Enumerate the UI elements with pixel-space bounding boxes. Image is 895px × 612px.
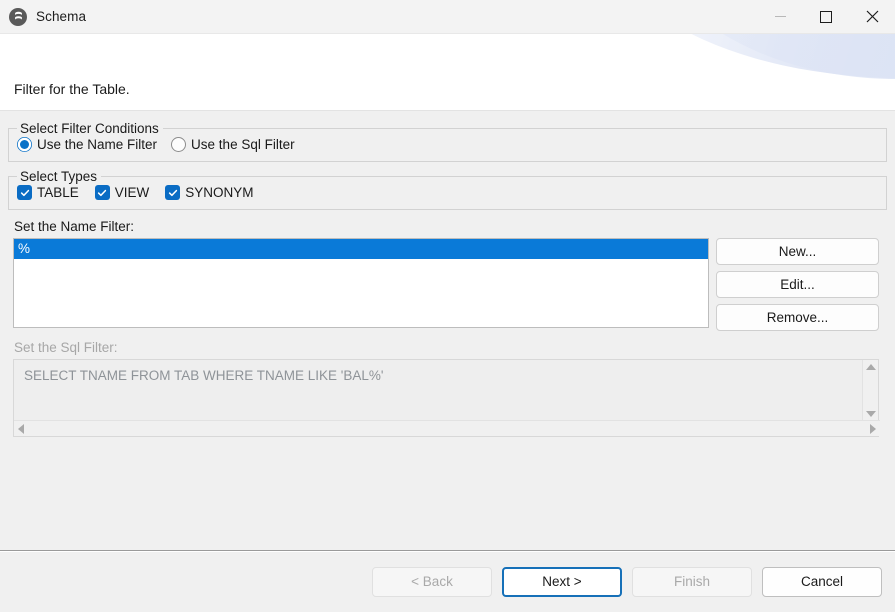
scroll-right-arrow-icon[interactable] <box>870 424 876 434</box>
checkbox-table[interactable] <box>17 185 32 200</box>
name-filter-label: Set the Name Filter: <box>14 219 895 234</box>
page-title: Filter for the Table. <box>14 81 130 97</box>
name-filter-actions: New... Edit... Remove... <box>716 238 879 331</box>
radio-use-sql-filter-label: Use the Sql Filter <box>191 137 295 152</box>
next-button[interactable]: Next > <box>502 567 622 597</box>
list-item[interactable]: % <box>14 239 708 259</box>
checkbox-view[interactable] <box>95 185 110 200</box>
select-filter-conditions-legend: Select Filter Conditions <box>17 121 163 136</box>
cancel-button[interactable]: Cancel <box>762 567 882 597</box>
sql-horizontal-scrollbar[interactable] <box>14 420 880 436</box>
scroll-up-arrow-icon[interactable] <box>866 364 876 370</box>
schema-database-icon <box>9 8 27 26</box>
select-types-group: Select Types TABLE VIEW SYNONYM <box>8 169 887 210</box>
window-title: Schema <box>36 9 86 24</box>
checkbox-table-label: TABLE <box>37 185 79 200</box>
back-button[interactable]: < Back <box>372 567 492 597</box>
radio-use-name-filter[interactable] <box>17 137 32 152</box>
filter-condition-options: Use the Name Filter Use the Sql Filter <box>15 136 880 155</box>
checkbox-view-label: VIEW <box>115 185 150 200</box>
sql-vertical-scrollbar[interactable] <box>862 360 878 421</box>
sql-filter-label: Set the Sql Filter: <box>14 340 895 355</box>
select-filter-conditions-group: Select Filter Conditions Use the Name Fi… <box>8 121 887 162</box>
wizard-header: Filter for the Table. <box>0 34 895 111</box>
new-button[interactable]: New... <box>716 238 879 265</box>
select-types-legend: Select Types <box>17 169 101 184</box>
window-controls <box>757 0 895 33</box>
name-filter-row: % New... Edit... Remove... <box>13 238 887 331</box>
radio-use-sql-filter[interactable] <box>171 137 186 152</box>
radio-use-name-filter-label: Use the Name Filter <box>37 137 157 152</box>
sql-filter-value: SELECT TNAME FROM TAB WHERE TNAME LIKE '… <box>14 360 878 391</box>
close-icon[interactable] <box>849 0 895 33</box>
minimize-icon[interactable] <box>757 0 803 33</box>
wizard-footer: < Back Next > Finish Cancel <box>0 551 895 612</box>
sql-filter-textarea[interactable]: SELECT TNAME FROM TAB WHERE TNAME LIKE '… <box>13 359 879 437</box>
finish-button[interactable]: Finish <box>632 567 752 597</box>
maximize-icon[interactable] <box>803 0 849 33</box>
scroll-down-arrow-icon[interactable] <box>866 411 876 417</box>
dialog-content: Select Filter Conditions Use the Name Fi… <box>0 121 895 550</box>
edit-button[interactable]: Edit... <box>716 271 879 298</box>
checkbox-synonym[interactable] <box>165 185 180 200</box>
select-types-options: TABLE VIEW SYNONYM <box>15 184 880 203</box>
title-bar: Schema <box>0 0 895 34</box>
remove-button[interactable]: Remove... <box>716 304 879 331</box>
name-filter-list[interactable]: % <box>13 238 709 328</box>
scroll-left-arrow-icon[interactable] <box>18 424 24 434</box>
checkbox-synonym-label: SYNONYM <box>185 185 253 200</box>
